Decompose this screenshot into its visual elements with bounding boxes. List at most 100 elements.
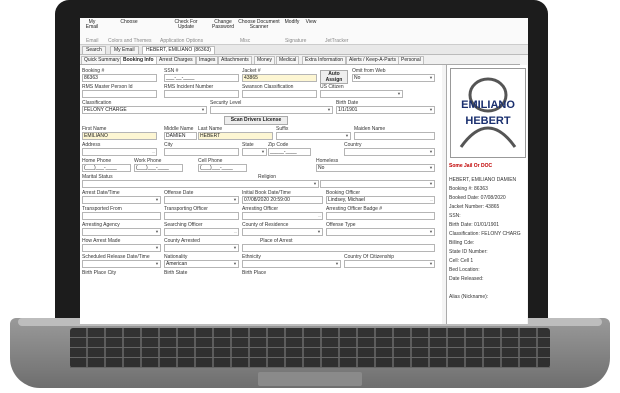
summary-line: State ID Number: [449, 249, 488, 255]
tab-my-email[interactable]: My Email [110, 46, 139, 54]
change-password-button[interactable]: Change Password [210, 20, 236, 30]
subtab-attachments[interactable]: Attachments [218, 56, 252, 64]
ellipsis-icon[interactable]: ... [234, 229, 237, 235]
chevron-down-icon: ▼ [155, 197, 159, 202]
booking-officer-field[interactable]: Lindsey, Michael... [326, 196, 435, 204]
subtab-medical[interactable]: Medical [276, 56, 300, 64]
chevron-down-icon: ▼ [429, 181, 433, 186]
classification-value: FELONY CHARGE [84, 107, 127, 113]
chevron-down-icon: ▼ [317, 229, 321, 234]
chevron-down-icon: ▼ [429, 107, 433, 112]
omit-web-select[interactable]: No ▼ [352, 74, 435, 82]
choose-scanner-button[interactable]: Choose Document Scanner [237, 20, 281, 30]
chevron-down-icon: ▼ [345, 133, 349, 138]
home-phone-field[interactable]: (___)___-____ [82, 164, 131, 172]
offense-date-field[interactable]: ▼ [164, 196, 239, 204]
first-name-field[interactable]: EMILIANO [82, 132, 157, 140]
subtab-extra-information[interactable]: Extra Information [302, 56, 347, 64]
birth-place-label: Birth Place [242, 270, 267, 276]
nationality-select[interactable]: American ▼ [164, 260, 239, 268]
summary-line: Booked Date: 07/08/2020 [449, 195, 506, 201]
rms-master-field[interactable] [82, 90, 157, 98]
subtab-alerts[interactable]: Alerts / Keep-A-Parts [346, 56, 399, 64]
ethnicity-select[interactable]: ▼ [242, 260, 341, 268]
chevron-down-icon: ▼ [233, 197, 237, 202]
summary-line: Jacket Number: 43865 [449, 204, 500, 210]
ribbon-group-email: Email [86, 38, 99, 44]
ribbon-group-misc: Misc [240, 38, 251, 44]
booking-form: Booking # 86363 SSN # ___-__-____ Jacket… [80, 65, 442, 324]
summary-line: Booking #: 86363 [449, 186, 488, 192]
marital-select[interactable]: ▼ [82, 180, 319, 188]
chevron-down-icon: ▼ [233, 261, 237, 266]
us-citizen-select[interactable]: ▼ [320, 90, 403, 98]
subtab-images[interactable]: Images [196, 56, 219, 64]
last-name-field[interactable]: HEBERT [198, 132, 273, 140]
arresting-agency-select[interactable]: ▼ [82, 228, 161, 236]
cell-phone-field[interactable]: (___)___-____ [198, 164, 247, 172]
how-arrest-select[interactable]: ▼ [82, 244, 161, 252]
offense-type-select[interactable]: ▼ [326, 228, 435, 236]
address-field[interactable]: ... [82, 148, 157, 156]
auto-assign-button[interactable]: Auto Assign [320, 70, 348, 84]
suffix-select[interactable]: ▼ [276, 132, 351, 140]
subtab-quick-summary[interactable]: Quick Summary [81, 56, 123, 64]
tab-search[interactable]: Search [82, 46, 106, 54]
rms-incident-field[interactable] [164, 90, 239, 98]
maiden-field[interactable] [354, 132, 435, 140]
swanson-field[interactable] [242, 90, 317, 98]
ellipsis-icon[interactable]: ... [152, 149, 155, 155]
security-select[interactable]: ▼ [210, 106, 333, 114]
choose-theme-button[interactable]: Choose [116, 20, 142, 25]
chevron-down-icon: ▼ [155, 229, 159, 234]
arresting-officer-field[interactable]: ... [242, 212, 323, 220]
homeless-select[interactable]: No ▼ [316, 164, 435, 172]
county-arrested-select[interactable]: ▼ [164, 244, 239, 252]
city-field[interactable] [164, 148, 239, 156]
modify-button[interactable]: Modify [283, 20, 301, 25]
initial-book-field[interactable]: 07/08/2020 20:59:00 [242, 196, 323, 204]
scan-license-button[interactable]: Scan Drivers License [224, 116, 288, 125]
transporting-officer-field[interactable] [164, 212, 239, 220]
jacket-field[interactable]: 43865 [242, 74, 317, 82]
transported-from-field[interactable] [82, 212, 161, 220]
religion-select[interactable]: ▼ [320, 180, 435, 188]
view-button[interactable]: View [304, 20, 318, 25]
sched-release-field[interactable]: ▼ [82, 260, 161, 268]
subtab-arrest-charges[interactable]: Arrest Charges [156, 56, 196, 64]
subtab-money[interactable]: Money [254, 56, 276, 64]
subtab-personal[interactable]: Personal [398, 56, 424, 64]
chevron-down-icon: ▼ [429, 229, 433, 234]
chevron-down-icon: ▼ [429, 149, 433, 154]
summary-line: Birth Date: 01/01/1901 [449, 222, 500, 228]
arrest-dt-field[interactable]: ▼ [82, 196, 161, 204]
birth-state-label: Birth State [164, 270, 188, 276]
ellipsis-icon[interactable]: ... [430, 197, 433, 203]
chevron-down-icon: ▼ [397, 91, 401, 96]
classification-select[interactable]: FELONY CHARGE ▼ [82, 106, 207, 114]
window-tabs: Search My Email HEBERT, EMILIANO (86363) [80, 45, 528, 55]
state-select[interactable]: ▼ [242, 148, 267, 156]
ssn-field[interactable]: ___-__-____ [164, 74, 239, 82]
booking-no-field[interactable]: 86363 [82, 74, 157, 82]
chevron-down-icon: ▼ [429, 261, 433, 266]
country-select[interactable]: ▼ [344, 148, 435, 156]
check-update-button[interactable]: Check For Update [170, 20, 202, 30]
searching-officer-field[interactable]: ... [164, 228, 239, 236]
place-arrest-field[interactable] [242, 244, 435, 252]
chevron-down-icon: ▼ [327, 107, 331, 112]
my-email-button[interactable]: My Email [82, 20, 102, 30]
middle-name-field[interactable]: DAMIEN [164, 132, 197, 140]
subtab-booking-info[interactable]: Booking Info [120, 56, 157, 64]
ribbon: My Email Choose Check For Update Change … [80, 18, 528, 45]
arresting-badge-field[interactable] [326, 212, 435, 220]
county-residence-select[interactable]: ▼ [242, 228, 323, 236]
chevron-down-icon: ▼ [429, 75, 433, 80]
country-citizenship-select[interactable]: ▼ [344, 260, 435, 268]
ellipsis-icon[interactable]: ... [318, 213, 321, 219]
zip-field[interactable]: _____-____ [268, 148, 311, 156]
tab-inmate[interactable]: HEBERT, EMILIANO (86363) [142, 46, 215, 54]
birth-date-field[interactable]: 1/1/1901 ▼ [336, 106, 435, 114]
chevron-down-icon: ▼ [429, 165, 433, 170]
work-phone-field[interactable]: (___)___-____ [134, 164, 183, 172]
